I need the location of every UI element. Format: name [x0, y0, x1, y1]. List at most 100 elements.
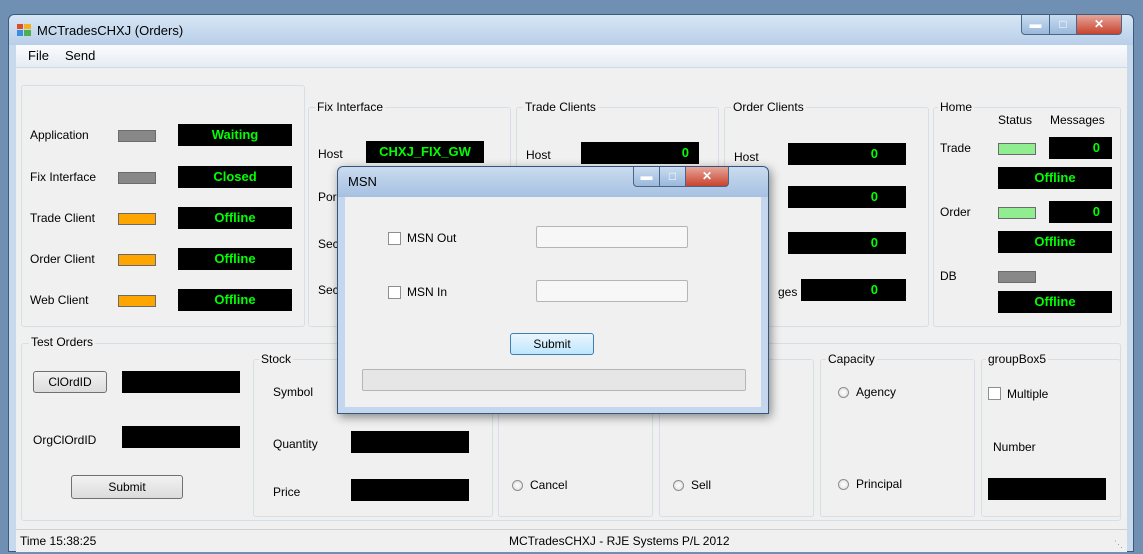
- msn-dialog-client: MSN Out MSN In Submit: [345, 197, 761, 407]
- home-order-lamp: [998, 207, 1036, 219]
- application-label: Application: [30, 128, 89, 142]
- msn-progress-bar: [362, 369, 746, 391]
- minimize-button[interactable]: ▬: [1021, 15, 1050, 35]
- cancel-radio[interactable]: [512, 480, 523, 491]
- maximize-icon: □: [668, 169, 677, 183]
- trade-client-lamp: [118, 213, 156, 225]
- status-time: Time 15:38:25: [20, 534, 97, 548]
- fix-interface-label: Fix Interface: [30, 170, 97, 184]
- home-trade-label: Trade: [940, 141, 971, 155]
- order-host-value: 0: [788, 143, 906, 165]
- principal-radio[interactable]: [838, 479, 849, 490]
- title-bar[interactable]: MCTradesCHXJ (Orders) ▬ □ ✕: [9, 15, 1133, 45]
- order-messages-label: ges: [778, 285, 798, 299]
- quantity-label: Quantity: [273, 437, 318, 451]
- order-client-status: Offline: [178, 248, 292, 270]
- msn-maximize-button[interactable]: □: [659, 167, 686, 187]
- menu-file[interactable]: File: [28, 48, 49, 63]
- order-port-value: 0: [788, 186, 906, 208]
- trade-host-label: Host: [526, 148, 551, 162]
- home-status-header: Status: [998, 113, 1033, 127]
- fix-port-label: Por: [318, 190, 337, 204]
- order-messages-value: 0: [801, 279, 906, 301]
- trade-client-label: Trade Client: [30, 211, 95, 225]
- msn-in-field[interactable]: [536, 280, 688, 302]
- fix-host-value: CHXJ_FIX_GW: [366, 141, 484, 163]
- fix-interface-lamp: [118, 172, 156, 184]
- home-db-lamp: [998, 271, 1036, 283]
- web-client-status: Offline: [178, 289, 292, 311]
- home-trade-messages: 0: [1049, 137, 1112, 159]
- orgclordid-field[interactable]: [122, 426, 240, 448]
- order-clients-group-title: Order Clients: [731, 100, 806, 114]
- fix-interface-status: Closed: [178, 166, 292, 188]
- number-label: Number: [993, 440, 1036, 454]
- msn-out-label: MSN Out: [407, 231, 457, 245]
- web-client-label: Web Client: [30, 293, 89, 307]
- fix-sec2-label: Sec: [318, 283, 339, 297]
- resize-grip-icon[interactable]: ⋱: [1114, 539, 1123, 550]
- capacity-group-title: Capacity: [826, 352, 877, 366]
- application-status: Waiting: [178, 124, 292, 146]
- number-field[interactable]: [988, 478, 1106, 500]
- home-group-title: Home: [938, 100, 975, 114]
- multiple-checkbox[interactable]: [988, 387, 1001, 400]
- close-icon: ✕: [701, 169, 713, 183]
- home-db-label: DB: [940, 269, 957, 283]
- price-field[interactable]: [351, 479, 469, 501]
- msn-dialog-title-bar[interactable]: MSN ▬ □ ✕: [338, 167, 768, 197]
- maximize-icon: □: [1059, 17, 1067, 31]
- home-trade-state: Offline: [998, 167, 1112, 189]
- test-orders-submit-button[interactable]: Submit: [71, 475, 183, 499]
- msn-out-checkbox[interactable]: [388, 232, 401, 245]
- principal-label: Principal: [856, 477, 903, 491]
- msn-in-checkbox[interactable]: [388, 286, 401, 299]
- multiple-label: Multiple: [1007, 387, 1049, 401]
- agency-radio[interactable]: [838, 387, 849, 398]
- capacity-group: [820, 359, 975, 517]
- web-client-lamp: [118, 295, 156, 307]
- order-client-label: Order Client: [30, 252, 95, 266]
- home-order-state: Offline: [998, 231, 1112, 253]
- fix-interface-group-title: Fix Interface: [315, 100, 386, 114]
- clordid-field[interactable]: [122, 371, 240, 393]
- msn-close-button[interactable]: ✕: [685, 167, 729, 187]
- msn-out-field[interactable]: [536, 226, 688, 248]
- clordid-button[interactable]: ClOrdID: [33, 371, 107, 393]
- minimize-icon: ▬: [1029, 17, 1042, 31]
- status-caption: MCTradesCHXJ - RJE Systems P/L 2012: [509, 534, 730, 548]
- sell-label: Sell: [691, 478, 712, 492]
- maximize-button[interactable]: □: [1049, 15, 1077, 35]
- fix-sec-label: Sec: [318, 237, 339, 251]
- app-icon: [17, 24, 31, 36]
- price-label: Price: [273, 485, 301, 499]
- home-messages-header: Messages: [1050, 113, 1105, 127]
- symbol-label: Symbol: [273, 385, 314, 399]
- menu-send[interactable]: Send: [65, 48, 95, 63]
- agency-label: Agency: [856, 385, 897, 399]
- status-bar: Time 15:38:25 MCTradesCHXJ - RJE Systems…: [16, 529, 1127, 552]
- msn-submit-button[interactable]: Submit: [510, 333, 594, 355]
- home-order-label: Order: [940, 205, 971, 219]
- order-sec-value: 0: [788, 232, 906, 254]
- order-host-label: Host: [734, 150, 759, 164]
- close-icon: ✕: [1093, 17, 1105, 31]
- application-lamp: [118, 130, 156, 142]
- minimize-icon: ▬: [640, 169, 653, 183]
- fix-host-label: Host: [318, 147, 343, 161]
- window-title: MCTradesCHXJ (Orders): [37, 23, 184, 38]
- msn-dialog-title: MSN: [348, 174, 377, 189]
- cancel-label: Cancel: [530, 478, 568, 492]
- groupbox5-title: groupBox5: [986, 352, 1049, 366]
- trade-host-value: 0: [581, 142, 699, 164]
- home-trade-lamp: [998, 143, 1036, 155]
- home-db-state: Offline: [998, 291, 1112, 313]
- close-button[interactable]: ✕: [1076, 15, 1122, 35]
- orgclordid-label: OrgClOrdID: [33, 433, 97, 447]
- order-client-lamp: [118, 254, 156, 266]
- msn-minimize-button[interactable]: ▬: [633, 167, 660, 187]
- quantity-field[interactable]: [351, 431, 469, 453]
- test-orders-group-title: Test Orders: [29, 335, 96, 349]
- msn-in-label: MSN In: [407, 285, 448, 299]
- sell-radio[interactable]: [673, 480, 684, 491]
